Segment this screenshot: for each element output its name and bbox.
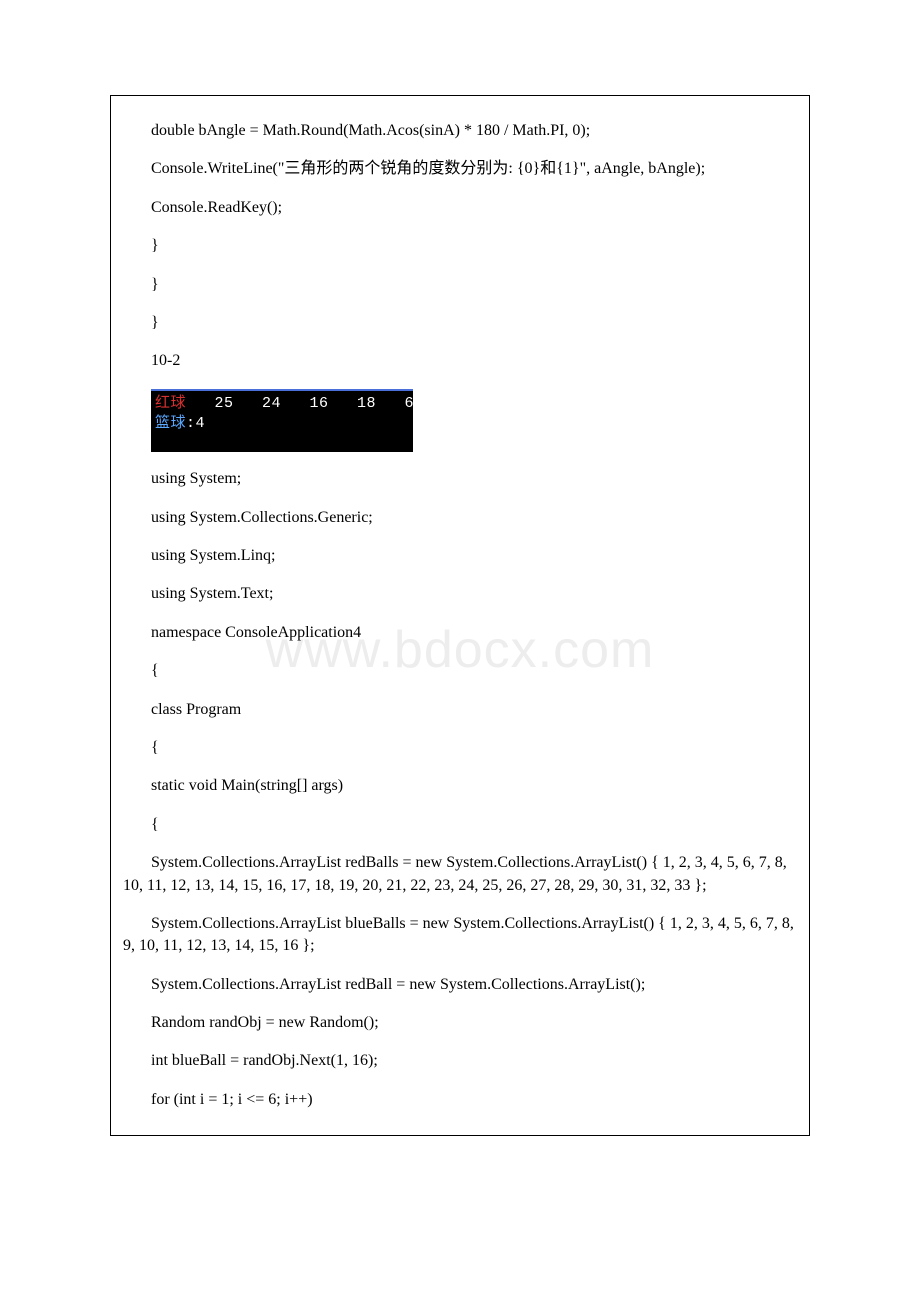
code-line: Console.ReadKey(); [123, 197, 797, 219]
code-line: { [123, 660, 797, 682]
code-line: System.Collections.ArrayList blueBalls =… [123, 913, 797, 958]
code-text: Console.WriteLine("三角形的两个锐角的度数分别为: {0}和{… [123, 160, 705, 177]
code-line: } [123, 235, 797, 257]
code-line: Console.WriteLine("三角形的两个锐角的度数分别为: {0}和{… [123, 158, 797, 180]
code-line: { [123, 814, 797, 836]
console-output: 红球 25 24 16 18 6 23 篮球:4 [151, 389, 413, 453]
code-line: using System.Linq; [123, 545, 797, 567]
code-line: } [123, 312, 797, 334]
console-blue-value: :4 [186, 415, 205, 432]
code-line: double bAngle = Math.Round(Math.Acos(sin… [123, 120, 797, 142]
code-line: int blueBall = randObj.Next(1, 16); [123, 1050, 797, 1072]
document-content: double bAngle = Math.Round(Math.Acos(sin… [110, 95, 810, 1136]
console-blue-label: 篮球 [155, 415, 186, 432]
section-header: 10-2 [123, 350, 797, 372]
code-text: System.Collections.ArrayList blueBalls =… [123, 915, 794, 954]
code-line: } [123, 274, 797, 296]
code-line: class Program [123, 699, 797, 721]
code-line: System.Collections.ArrayList redBalls = … [123, 852, 797, 897]
code-line: System.Collections.ArrayList redBall = n… [123, 974, 797, 996]
code-line: using System; [123, 468, 797, 490]
console-red-label: 红球 [155, 395, 186, 412]
console-red-values: 25 24 16 18 6 23 [186, 395, 462, 412]
code-line: static void Main(string[] args) [123, 775, 797, 797]
code-line: Random randObj = new Random(); [123, 1012, 797, 1034]
code-line: using System.Collections.Generic; [123, 507, 797, 529]
code-line: namespace ConsoleApplication4 [123, 622, 797, 644]
code-line: using System.Text; [123, 583, 797, 605]
code-text: System.Collections.ArrayList redBalls = … [123, 854, 787, 893]
code-line: for (int i = 1; i <= 6; i++) [123, 1089, 797, 1111]
code-line: { [123, 737, 797, 759]
code-text: System.Collections.ArrayList redBall = n… [123, 976, 645, 993]
